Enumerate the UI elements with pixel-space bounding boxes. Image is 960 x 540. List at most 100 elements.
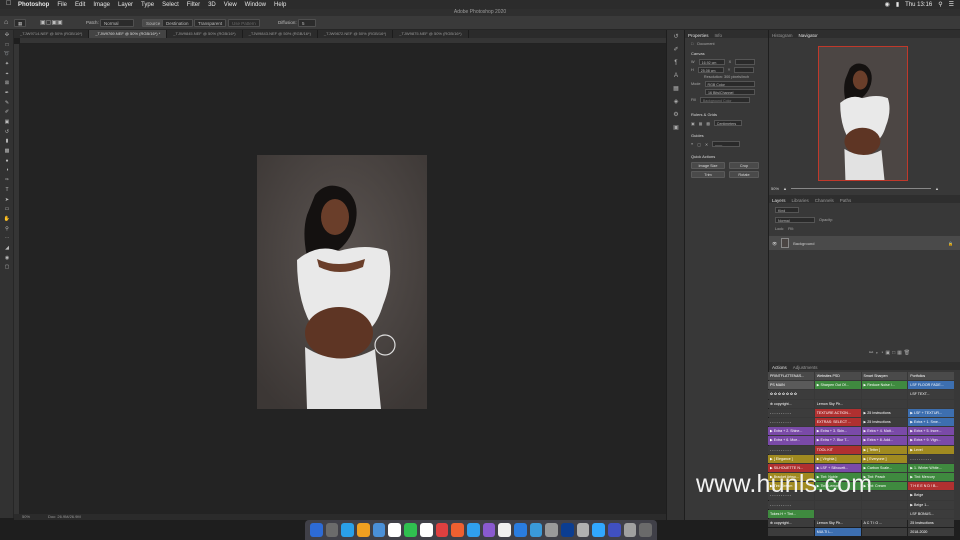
- x-input[interactable]: [735, 59, 756, 65]
- tab-document-1[interactable]: _TJW9714.NEF @ 50% (RGB/16*): [14, 30, 90, 38]
- character-icon[interactable]: A: [667, 69, 685, 82]
- action-item[interactable]: ▶ Extra + 1. Sme...: [908, 417, 954, 427]
- safari-icon[interactable]: [341, 523, 355, 537]
- action-item[interactable]: ▶ Reduce Noise /...: [861, 381, 908, 390]
- source-button[interactable]: Source: [142, 19, 165, 27]
- action-item[interactable]: Tokes H + Tint...: [768, 509, 814, 518]
- tab-properties[interactable]: Properties: [688, 33, 709, 38]
- diffusion-input[interactable]: 5: [298, 19, 316, 27]
- width-input[interactable]: 16.92 cm: [698, 59, 725, 65]
- action-item[interactable]: [814, 509, 861, 518]
- eye-icon[interactable]: 👁: [772, 241, 777, 246]
- styles-icon[interactable]: ◈: [667, 95, 685, 108]
- system-prefs-icon[interactable]: [513, 523, 527, 537]
- action-item[interactable]: LSF TEXT...: [908, 390, 954, 399]
- menu-select[interactable]: Select: [162, 2, 179, 8]
- action-item[interactable]: PS MAIN: [768, 381, 814, 390]
- trash-bin-icon[interactable]: [639, 523, 653, 537]
- height-input[interactable]: 25.08 cm: [697, 67, 724, 73]
- path-select-tool-icon[interactable]: ➤: [0, 195, 14, 205]
- action-item[interactable]: ▶ [ Elegance ]: [768, 454, 814, 463]
- action-item[interactable]: ▶ [ Virginia ]: [814, 454, 861, 463]
- tab-navigator[interactable]: Navigator: [799, 33, 818, 38]
- launchpad-icon[interactable]: [325, 523, 339, 537]
- navigator-zoom-value[interactable]: 50%: [771, 186, 779, 191]
- action-item[interactable]: ▶ 25 Instructions: [861, 408, 908, 417]
- layer-name[interactable]: Background: [793, 241, 814, 246]
- status-zoom[interactable]: 50%: [22, 514, 30, 520]
- menu-app[interactable]: Photoshop: [18, 2, 49, 8]
- action-item[interactable]: - - - - - - - - - -: [768, 500, 814, 509]
- pen-tool-icon[interactable]: ✑: [0, 175, 14, 185]
- action-item[interactable]: ▶ Extra + 3. Skin...: [814, 427, 861, 436]
- action-item[interactable]: ▶ Level: [908, 445, 954, 454]
- action-item[interactable]: ▶ Extra + 2. Shine...: [768, 427, 814, 436]
- cube-icon[interactable]: ▣: [667, 121, 685, 134]
- grid-toggle-icon[interactable]: ▦: [699, 121, 703, 126]
- ruler-toggle-icon[interactable]: ▣: [691, 121, 695, 126]
- action-item[interactable]: Lemon Sky Ph...: [814, 519, 861, 528]
- swatches-icon[interactable]: ▦: [667, 82, 685, 95]
- music-icon[interactable]: [435, 523, 449, 537]
- screen-mode-icon[interactable]: ▢: [0, 263, 14, 273]
- tab-histogram[interactable]: Histogram: [772, 33, 793, 38]
- image-size-button[interactable]: Image Size: [691, 162, 725, 169]
- menu-image[interactable]: Image: [93, 2, 110, 8]
- action-item[interactable]: - - - - - - - - - -: [768, 408, 814, 417]
- marquee-tool-icon[interactable]: □: [0, 40, 14, 50]
- action-item[interactable]: ▶ Beige 1...: [908, 500, 954, 509]
- notes-icon[interactable]: [357, 523, 370, 537]
- frame-tool-icon[interactable]: ⊠: [0, 78, 14, 88]
- clone-stamp-tool-icon[interactable]: ▣: [0, 117, 14, 127]
- tab-document-3[interactable]: _TJW9845.NEF @ 50% (RGB/16*): [167, 30, 243, 38]
- menu-help[interactable]: Help: [274, 2, 286, 8]
- blend-mode-select[interactable]: Normal: [775, 217, 815, 223]
- tab-libraries[interactable]: Libraries: [792, 198, 809, 203]
- eyedropper-tool-icon[interactable]: ✒: [0, 88, 14, 98]
- photoshop-icon[interactable]: [592, 523, 606, 537]
- podcasts-icon[interactable]: [482, 523, 496, 537]
- brush-tool-icon[interactable]: ✐: [0, 108, 14, 118]
- preview-icon[interactable]: [576, 523, 590, 537]
- facetime-icon[interactable]: [404, 523, 417, 537]
- rotate-button[interactable]: Rotate: [729, 171, 759, 178]
- mail-icon[interactable]: [372, 523, 386, 537]
- action-item[interactable]: TEXTURE ACTION...: [814, 408, 861, 417]
- gradient-tool-icon[interactable]: ▩: [0, 146, 14, 156]
- action-item[interactable]: ▶ Beige: [908, 491, 954, 500]
- layer-footer-icons[interactable]: ⚯∘◔▣□▦🗑: [869, 350, 912, 356]
- action-item[interactable]: TOOL KIT: [814, 445, 861, 454]
- menu-filter[interactable]: Filter: [187, 2, 200, 8]
- menu-file[interactable]: File: [57, 2, 67, 8]
- clock[interactable]: Thu 13:16: [905, 2, 932, 8]
- action-item[interactable]: [861, 528, 908, 537]
- pixel-grid-icon[interactable]: ▩: [706, 121, 710, 126]
- trim-button[interactable]: Trim: [691, 171, 725, 178]
- quick-actions-title[interactable]: Quick Actions: [685, 150, 768, 161]
- menu-window[interactable]: Window: [245, 2, 266, 8]
- history-icon[interactable]: ↺: [667, 30, 685, 43]
- patch-select[interactable]: Normal: [100, 19, 134, 27]
- quick-select-tool-icon[interactable]: ✦: [0, 59, 14, 69]
- crop-button[interactable]: Crop: [729, 162, 759, 169]
- mode-select[interactable]: RGB Color: [704, 81, 755, 87]
- type-tool-icon[interactable]: T: [0, 185, 14, 195]
- action-item[interactable]: ▶ 25 Instructions: [861, 417, 908, 427]
- action-item[interactable]: 25 Instructions: [908, 519, 954, 528]
- dodge-tool-icon[interactable]: ◑: [0, 166, 14, 176]
- tab-document-2[interactable]: _TJW9769.NEF @ 50% (RGB/16*) *: [89, 30, 168, 38]
- tools-icon[interactable]: ⚙: [667, 108, 685, 121]
- fill-select[interactable]: Background Color: [699, 97, 750, 103]
- action-item[interactable]: ▶ 1. Winter White...: [908, 463, 954, 473]
- action-item[interactable]: ▶ Tint: Mercury: [908, 473, 954, 482]
- move-tool-icon[interactable]: ✣: [0, 30, 14, 40]
- guides-icon[interactable]: ≡: [691, 142, 693, 146]
- tab-document-5[interactable]: _TJW9872.NEF @ 50% (RGB/16*): [318, 30, 394, 38]
- action-item[interactable]: ✿ ✿ ✿ ✿ ✿ ✿ ✿: [768, 390, 814, 399]
- bridge-icon[interactable]: [608, 523, 621, 537]
- more-tools-icon[interactable]: ⋯: [0, 233, 14, 243]
- action-item[interactable]: ▶ Extra + 6. Moe...: [768, 436, 814, 445]
- action-item[interactable]: ▶ Extra + 9. Vign...: [908, 436, 954, 445]
- home-icon[interactable]: ⌂: [4, 19, 8, 26]
- action-item[interactable]: [768, 528, 814, 537]
